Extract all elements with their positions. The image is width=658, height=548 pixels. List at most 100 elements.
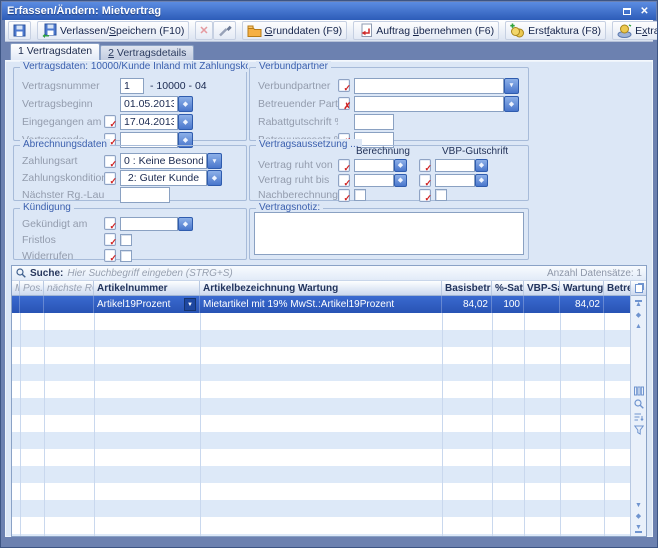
vertragsnummer-suffix: - 10000 - 04 (150, 80, 207, 92)
column-header-naechste-rg[interactable]: nächste RG (44, 281, 94, 295)
gekuendigt-am-spinner[interactable] (178, 217, 193, 231)
save-button[interactable] (8, 21, 31, 40)
vertragsbeginn-spinner[interactable] (178, 96, 193, 112)
doc-check-icon[interactable] (338, 174, 350, 187)
grid-search-icon[interactable] (634, 399, 644, 409)
vertragsbeginn-input[interactable] (120, 96, 178, 112)
doc-check-icon[interactable] (104, 115, 116, 128)
search-icon (16, 268, 26, 278)
prev-record-button[interactable]: ▲ (635, 321, 642, 332)
restore-button[interactable] (620, 5, 633, 17)
cell-artikelbezeichnung: Mietartikel mit 19% MwSt.:Artikel19Proze… (200, 296, 442, 313)
ruht-von-berechnung-input[interactable] (354, 159, 394, 172)
grid-sort-icon[interactable] (634, 412, 644, 422)
close-button[interactable]: ✕ (638, 6, 651, 17)
extras-button[interactable]: Extras (612, 21, 658, 40)
nachberechnung-vbp-checkbox[interactable] (435, 189, 447, 201)
eingegangen-am-spinner[interactable] (178, 114, 193, 130)
window-title: Erfassen/Ändern: Mietvertrag (7, 5, 161, 17)
column-header-prozent-satz[interactable]: %-Satz (492, 281, 524, 295)
doc-check-icon[interactable] (104, 233, 116, 246)
doc-check-icon[interactable] (338, 189, 350, 202)
column-header-vbp-satz[interactable]: VBP-Satz (524, 281, 560, 295)
doc-check-icon[interactable] (338, 159, 350, 172)
gekuendigt-am-input[interactable] (120, 217, 178, 231)
column-header-basisbetrag[interactable]: Basisbetrag € (442, 281, 492, 295)
next-page-button[interactable]: ◆ (636, 511, 641, 522)
eingegangen-am-input[interactable] (120, 114, 178, 130)
ruht-bis-vbp-spinner[interactable] (475, 174, 488, 187)
column-header-wartung[interactable]: Wartung € (560, 281, 604, 295)
betreuender-partner-input[interactable] (354, 96, 504, 112)
column-header-artikelnummer[interactable]: Artikelnummer (94, 281, 200, 295)
ruht-von-vbp-spinner[interactable] (475, 159, 488, 172)
first-record-button[interactable]: ▲ (635, 299, 642, 310)
field-label: Vertrag ruht bis (258, 174, 338, 186)
betreuender-partner-spinner[interactable] (504, 96, 519, 112)
tab-vertragsdetails[interactable]: 2 Vertragsdetails (100, 45, 194, 60)
fristlos-checkbox[interactable] (120, 234, 132, 246)
cell-dropdown-button[interactable] (184, 298, 196, 311)
doc-check-icon[interactable] (419, 189, 431, 202)
next-record-button[interactable]: ▼ (635, 500, 642, 511)
sheet-icon (635, 284, 643, 293)
table-row-selected[interactable]: Artikel19Prozent Mietartikel mit 19% MwS… (12, 296, 630, 313)
ruht-bis-vbp-input[interactable] (435, 174, 475, 187)
restore-icon (623, 8, 631, 15)
cell-artikelnummer[interactable]: Artikel19Prozent (94, 296, 200, 313)
cell-vbp-satz (524, 296, 560, 313)
field-label: Betreuender Partner (258, 98, 338, 110)
doc-check-icon[interactable] (419, 159, 431, 172)
group-kuendigung: Kündigung Gekündigt am Fristlos Widerruf… (13, 208, 247, 260)
rabattgutschrift-input[interactable] (354, 114, 394, 130)
ruht-von-berechnung-spinner[interactable] (394, 159, 407, 172)
column-header-artikelbezeichnung[interactable]: Artikelbezeichnung Wartung (200, 281, 442, 295)
widerrufen-checkbox[interactable] (120, 250, 132, 262)
group-title: Vertragsdaten: 10000/Kunde Inland mit Za… (20, 61, 248, 72)
column-header-m[interactable]: M (12, 281, 20, 295)
save-icon (12, 23, 27, 38)
zahlungsart-select[interactable] (120, 153, 207, 169)
doc-x-icon[interactable] (338, 97, 350, 110)
ruht-bis-berechnung-input[interactable] (354, 174, 394, 187)
auftrag-uebernehmen-button[interactable]: Auftrag übernehmen (F6) (353, 21, 499, 40)
grid-corner-button[interactable] (631, 281, 646, 296)
delete-button[interactable]: ✕ (195, 21, 212, 40)
tab-vertragsdaten[interactable]: 1 Vertragsdaten (10, 43, 100, 60)
vertragsnotiz-textarea[interactable] (254, 212, 524, 255)
vertragsnummer-input[interactable] (120, 78, 144, 94)
column-header-betre[interactable]: Betre (604, 281, 630, 295)
zahlungskondition-select[interactable] (120, 170, 207, 186)
brush-icon (217, 23, 232, 38)
ruht-von-vbp-input[interactable] (435, 159, 475, 172)
group-vertragsnotiz: Vertragsnotiz: (249, 208, 529, 260)
zahlungskondition-spinner[interactable] (207, 170, 222, 186)
verlassen-speichern-button[interactable]: Verlassen/Speichern (F10) (37, 21, 189, 40)
zahlungsart-dropdown[interactable] (207, 153, 222, 169)
nachberechnung-berechnung-checkbox[interactable] (354, 189, 366, 201)
erstfaktura-button[interactable]: Erstfaktura (F8) (505, 21, 606, 40)
prev-page-button[interactable]: ◆ (636, 310, 641, 321)
grunddaten-button[interactable]: Grunddaten (F9) (242, 21, 348, 40)
group-vertragsaussetzung: Vertragsaussetzung ... Berechnung VBP-Gu… (249, 145, 529, 201)
naechster-rg-lauf-input[interactable] (120, 187, 170, 203)
doc-check-icon[interactable] (104, 217, 116, 230)
field-label: Vertrag ruht von (258, 159, 338, 171)
grid-search-bar[interactable]: Suche: Hier Suchbegriff eingeben (STRG+S… (12, 266, 646, 281)
verbundpartner-dropdown[interactable] (504, 78, 519, 94)
column-header-pos[interactable]: Pos.. (20, 281, 44, 295)
ruht-bis-berechnung-spinner[interactable] (394, 174, 407, 187)
field-label: Nächster Rg.-Lauf (22, 189, 104, 201)
last-record-button[interactable]: ▼ (635, 522, 642, 533)
tabstrip: 1 Vertragsdaten 2 Vertragsdetails (5, 42, 653, 60)
toolbar: Verlassen/Speichern (F10) ✕ Grunddaten (… (5, 20, 653, 42)
doc-check-icon[interactable] (338, 79, 350, 92)
format-brush-button[interactable] (213, 21, 236, 40)
doc-check-icon[interactable] (104, 249, 116, 262)
grid-filter-icon[interactable] (634, 425, 644, 435)
doc-check-icon[interactable] (104, 172, 116, 185)
verbundpartner-input[interactable] (354, 78, 504, 94)
doc-check-icon[interactable] (419, 174, 431, 187)
column-chooser-icon[interactable] (634, 386, 644, 396)
doc-check-icon[interactable] (104, 155, 116, 168)
